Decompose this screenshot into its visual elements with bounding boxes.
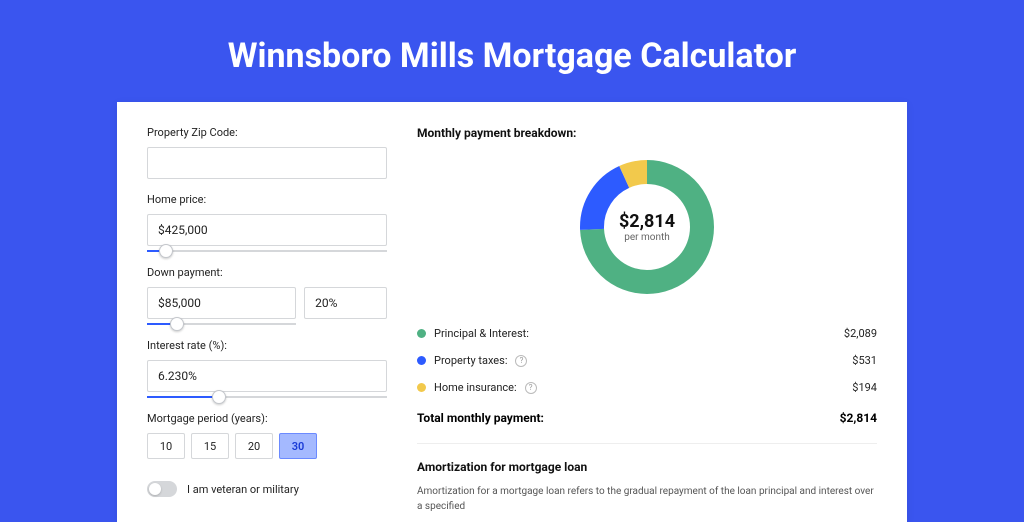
- period-btn-10[interactable]: 10: [147, 433, 185, 459]
- legend-dot: [417, 356, 426, 365]
- total-label: Total monthly payment:: [417, 411, 544, 425]
- amortization-section: Amortization for mortgage loan Amortizat…: [417, 443, 877, 514]
- veteran-label: I am veteran or military: [187, 483, 299, 496]
- down-label: Down payment:: [147, 266, 387, 279]
- amortization-text: Amortization for a mortgage loan refers …: [417, 484, 877, 514]
- donut-amount: $2,814: [619, 211, 675, 232]
- rate-slider[interactable]: [147, 396, 387, 398]
- breakdown-title: Monthly payment breakdown:: [417, 126, 877, 140]
- rate-field: Interest rate (%):: [147, 339, 387, 398]
- total-value: $2,814: [840, 411, 877, 425]
- price-slider[interactable]: [147, 250, 387, 252]
- down-slider[interactable]: [147, 323, 296, 325]
- rate-label: Interest rate (%):: [147, 339, 387, 352]
- veteran-toggle[interactable]: [147, 481, 177, 497]
- zip-input[interactable]: [147, 147, 387, 179]
- zip-field: Property Zip Code:: [147, 126, 387, 179]
- rate-input[interactable]: [147, 360, 387, 392]
- period-btn-20[interactable]: 20: [235, 433, 273, 459]
- legend-label: Home insurance:: [434, 381, 517, 394]
- donut-chart: $2,814 per month: [417, 152, 877, 302]
- price-field: Home price:: [147, 193, 387, 252]
- total-row: Total monthly payment: $2,814: [417, 401, 877, 439]
- legend-label: Property taxes:: [434, 354, 507, 367]
- legend-value: $531: [852, 354, 877, 367]
- form-panel: Property Zip Code: Home price: Down paym…: [147, 126, 387, 522]
- legend-value: $2,089: [844, 327, 877, 340]
- period-btn-30[interactable]: 30: [279, 433, 317, 459]
- legend-value: $194: [852, 381, 877, 394]
- veteran-row: I am veteran or military: [147, 481, 387, 497]
- breakdown-panel: Monthly payment breakdown: $2,814 per mo…: [417, 126, 877, 522]
- period-label: Mortgage period (years):: [147, 412, 387, 425]
- legend-row: Property taxes:? $531: [417, 347, 877, 374]
- donut-sub: per month: [624, 232, 670, 243]
- down-amount-input[interactable]: [147, 287, 296, 319]
- price-input[interactable]: [147, 214, 387, 246]
- zip-label: Property Zip Code:: [147, 126, 387, 139]
- down-pct-input[interactable]: [304, 287, 387, 319]
- legend-dot: [417, 383, 426, 392]
- legend-row: Principal & Interest: $2,089: [417, 320, 877, 347]
- page-title: Winnsboro Mills Mortgage Calculator: [0, 0, 1024, 102]
- price-label: Home price:: [147, 193, 387, 206]
- calculator-card: Property Zip Code: Home price: Down paym…: [117, 102, 907, 522]
- help-icon[interactable]: ?: [525, 382, 537, 394]
- period-btn-15[interactable]: 15: [191, 433, 229, 459]
- period-field: Mortgage period (years): 10152030: [147, 412, 387, 459]
- down-field: Down payment:: [147, 266, 387, 325]
- help-icon[interactable]: ?: [515, 355, 527, 367]
- legend-label: Principal & Interest:: [434, 327, 529, 340]
- legend-row: Home insurance:? $194: [417, 374, 877, 401]
- amortization-title: Amortization for mortgage loan: [417, 460, 877, 474]
- legend-dot: [417, 329, 426, 338]
